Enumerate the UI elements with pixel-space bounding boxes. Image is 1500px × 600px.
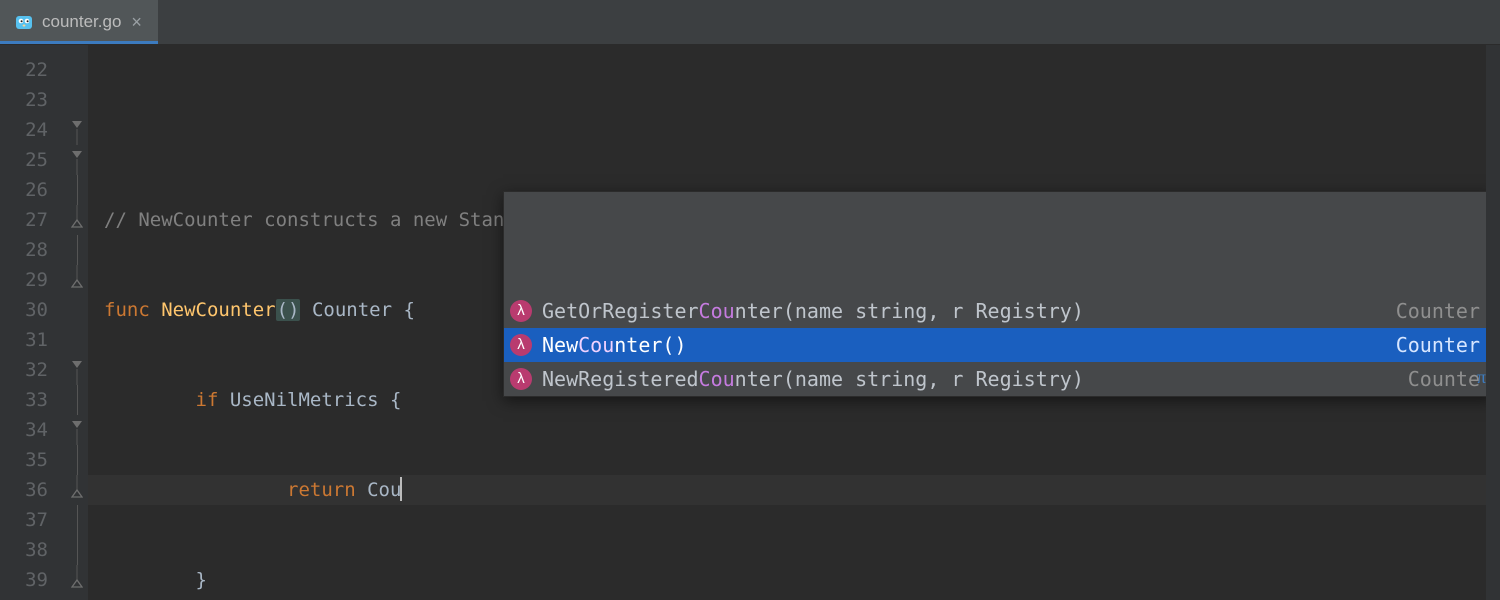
autocomplete-item[interactable]: λ GetOrRegisterCounter(name string, r Reg… (504, 294, 1492, 328)
fold-end-icon[interactable] (71, 565, 83, 595)
fold-cell (66, 235, 88, 265)
tab-counter-go[interactable]: counter.go × (0, 0, 158, 44)
text-caret (400, 477, 402, 501)
line-number: 35 (0, 445, 66, 475)
fold-end-icon[interactable] (71, 475, 83, 505)
fold-end-icon[interactable] (71, 265, 83, 295)
fold-cell (66, 445, 88, 475)
code-line: } (88, 565, 1500, 595)
lambda-icon: λ (510, 368, 532, 390)
line-number: 33 (0, 385, 66, 415)
fold-cell[interactable] (66, 265, 88, 295)
code-line (88, 115, 1500, 145)
line-number: 26 (0, 175, 66, 205)
line-number: 29 (0, 265, 66, 295)
pi-icon[interactable]: π (1477, 360, 1486, 394)
line-number: 37 (0, 505, 66, 535)
line-number: 28 (0, 235, 66, 265)
fold-cell[interactable] (66, 565, 88, 595)
line-number: 27 (0, 205, 66, 235)
fold-toggle-icon[interactable] (71, 415, 83, 445)
fold-end-icon[interactable] (71, 205, 83, 235)
fold-cell (66, 295, 88, 325)
fold-cell (66, 385, 88, 415)
line-number: 38 (0, 535, 66, 565)
code-line-active: return Cou (88, 475, 1500, 505)
line-number: 25 (0, 145, 66, 175)
tab-bar: counter.go × (0, 0, 1500, 45)
fold-cell (66, 505, 88, 535)
fold-cell (66, 55, 88, 85)
go-file-icon (14, 12, 34, 32)
line-number: 34 (0, 415, 66, 445)
line-number: 31 (0, 325, 66, 355)
completion-return-type: Counter (1396, 294, 1480, 328)
fold-cell[interactable] (66, 475, 88, 505)
fold-toggle-icon[interactable] (71, 115, 83, 145)
lambda-icon: λ (510, 300, 532, 322)
line-number: 39 (0, 565, 66, 595)
autocomplete-item[interactable]: λ NewCounter() Counter (504, 328, 1492, 362)
fold-cell[interactable] (66, 145, 88, 175)
completion-return-type: Counte (1408, 362, 1480, 396)
fold-cell[interactable] (66, 205, 88, 235)
autocomplete-popup: λ GetOrRegisterCounter(name string, r Reg… (503, 191, 1493, 397)
lambda-icon: λ (510, 334, 532, 356)
fold-cell (66, 85, 88, 115)
line-number: 36 (0, 475, 66, 505)
completion-signature: GetOrRegisterCounter(name string, r Regi… (542, 294, 1380, 328)
fold-cell (66, 325, 88, 355)
autocomplete-item[interactable]: λ NewRegisteredCounter(name string, r Reg… (504, 362, 1492, 396)
fold-toggle-icon[interactable] (71, 355, 83, 385)
editor: 222324252627282930313233343536373839 // … (0, 45, 1500, 600)
tab-filename: counter.go (42, 12, 121, 32)
tab-close-icon[interactable]: × (129, 13, 144, 31)
completion-signature: NewRegisteredCounter(name string, r Regi… (542, 362, 1392, 396)
fold-cell[interactable] (66, 355, 88, 385)
scrollbar[interactable] (1486, 45, 1500, 600)
line-number: 24 (0, 115, 66, 145)
fold-cell[interactable] (66, 115, 88, 145)
fold-toggle-icon[interactable] (71, 145, 83, 175)
line-number: 23 (0, 85, 66, 115)
line-number: 22 (0, 55, 66, 85)
completion-return-type: Counter (1396, 328, 1480, 362)
line-number-gutter: 222324252627282930313233343536373839 (0, 45, 66, 600)
code-area[interactable]: // NewCounter constructs a new StandardC… (88, 45, 1500, 600)
completion-signature: NewCounter() (542, 328, 1380, 362)
line-number: 32 (0, 355, 66, 385)
fold-column (66, 45, 88, 600)
fold-cell (66, 535, 88, 565)
line-number: 30 (0, 295, 66, 325)
fold-cell (66, 175, 88, 205)
fold-cell[interactable] (66, 415, 88, 445)
